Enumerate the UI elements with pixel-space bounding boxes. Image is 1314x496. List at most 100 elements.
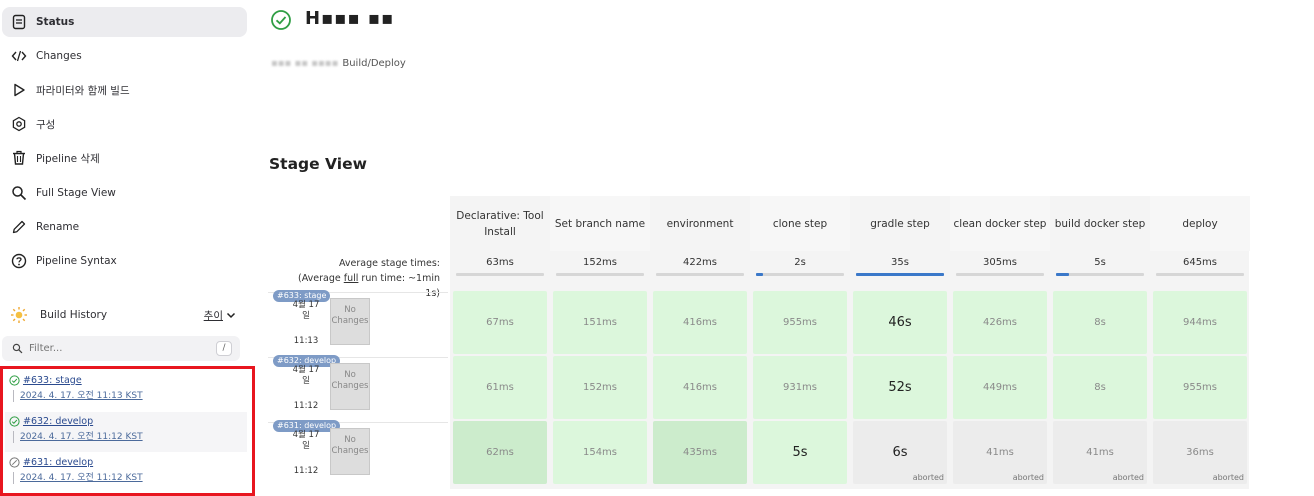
stage-view-table: Declarative: Tool Install 63ms Set branch … [450, 196, 1250, 489]
stage-average-value: 422ms [682, 257, 718, 268]
aborted-label: aborted [1012, 473, 1044, 482]
run-date: 4월 17 일 [286, 365, 326, 387]
sidebar-item-label: Status [36, 16, 75, 28]
stage-average-bar [1156, 273, 1244, 276]
stage-cell-duration: 944ms [1182, 317, 1218, 328]
sidebar-item-build-with-parameters[interactable]: 파라미터와 함께 빌드 [2, 75, 247, 105]
list-item[interactable]: #633: stage 2024. 4. 17. 오전 11:13 KST [5, 371, 247, 411]
stage-average-bar [456, 273, 544, 276]
build-filter[interactable]: / [2, 336, 240, 361]
aborted-label: aborted [1112, 473, 1144, 482]
stage-cell[interactable]: 416ms [653, 356, 747, 419]
stage-cell[interactable]: 154ms [553, 421, 647, 484]
sidebar-item-delete-pipeline[interactable]: Pipeline 삭제 [2, 143, 247, 173]
sidebar-item-label: Full Stage View [36, 187, 116, 199]
stage-cell[interactable]: 52s [853, 356, 947, 419]
stage-cell[interactable]: 5s [753, 421, 847, 484]
stage-header: Declarative: Tool Install [456, 209, 544, 238]
stage-cell[interactable]: 41ms aborted [1053, 421, 1147, 484]
stage-cell[interactable]: 416ms [653, 291, 747, 354]
sidebar-item-label: Pipeline Syntax [36, 255, 117, 267]
stage-cell[interactable]: 955ms [753, 291, 847, 354]
stage-cell[interactable]: 931ms [753, 356, 847, 419]
run-date: 4월 17 일 [286, 430, 326, 452]
stage-cell[interactable]: 435ms [653, 421, 747, 484]
stage-cell[interactable]: 36ms aborted [1153, 421, 1247, 484]
stage-cell-duration: 62ms [486, 447, 514, 458]
avg-label-line2: (Average full run time: ~1min [268, 271, 440, 286]
stage-cell[interactable]: 6s aborted [853, 421, 947, 484]
stage-average: 152ms [550, 251, 650, 286]
stage-cell[interactable]: 67ms [453, 291, 547, 354]
list-item[interactable]: #632: develop 2024. 4. 17. 오전 11:12 KST [5, 412, 247, 452]
sidebar-item-label: Changes [36, 50, 82, 62]
stage-cell[interactable]: 449ms [953, 356, 1047, 419]
sidebar-item-pipeline-syntax[interactable]: Pipeline Syntax [2, 246, 247, 276]
build-history-list: #633: stage 2024. 4. 17. 오전 11:13 KST #6… [0, 366, 255, 496]
stage-header: gradle step [870, 217, 930, 230]
stage-average-value: 305ms [982, 257, 1018, 268]
run-changes[interactable]: No Changes [330, 428, 370, 475]
avg-label-prefix: (Average [298, 273, 344, 284]
run-row: #632: develop 4월 17 일 11:12 No Changes [268, 355, 448, 420]
stage-average-bar [956, 273, 1044, 276]
sidebar-item-status[interactable]: Status [2, 7, 247, 37]
stage-cell[interactable]: 8s [1053, 356, 1147, 419]
stage-cell[interactable]: 152ms [553, 356, 647, 419]
sidebar-item-rename[interactable]: Rename [2, 212, 247, 242]
run-changes[interactable]: No Changes [330, 298, 370, 345]
play-icon [10, 81, 28, 99]
run-date-month: 4월 17 [292, 300, 320, 310]
sidebar-item-changes[interactable]: Changes [2, 41, 247, 71]
trend-link[interactable]: 추이 [204, 308, 223, 323]
stage-average: 422ms [650, 251, 750, 286]
gear-icon [10, 115, 28, 133]
stage-cell[interactable]: 46s [853, 291, 947, 354]
sidebar-item-configure[interactable]: 구성 [2, 109, 247, 139]
pencil-icon [10, 218, 28, 236]
stage-cell[interactable]: 61ms [453, 356, 547, 419]
stage-average-bar [856, 273, 944, 276]
stage-header: build docker step [1054, 217, 1146, 230]
build-link[interactable]: #633: stage [23, 375, 82, 386]
list-item[interactable]: #631: develop 2024. 4. 17. 오전 11:12 KST [5, 453, 247, 493]
stage-average: 2s [750, 251, 850, 286]
stage-cell[interactable]: 151ms [553, 291, 647, 354]
run-date-day: 일 [302, 441, 310, 451]
stage-average-value: 2s [794, 257, 806, 268]
sidebar-item-full-stage-view[interactable]: Full Stage View [2, 178, 247, 208]
sidebar-item-label: Pipeline 삭제 [36, 152, 100, 165]
stage-cell[interactable]: 944ms [1153, 291, 1247, 354]
success-check-icon [9, 415, 20, 427]
run-changes[interactable]: No Changes [330, 363, 370, 410]
stage-cell[interactable]: 62ms [453, 421, 547, 484]
aborted-icon [9, 456, 20, 468]
build-date[interactable]: 2024. 4. 17. 오전 11:12 KST [13, 472, 247, 484]
stage-cell[interactable]: 8s [1053, 291, 1147, 354]
trash-icon [10, 149, 28, 167]
filter-shortcut-key: / [216, 341, 232, 356]
sidebar-item-label: Rename [36, 221, 80, 233]
stage-average: 35s [850, 251, 950, 286]
build-link[interactable]: #631: develop [23, 457, 93, 468]
run-date-day: 일 [302, 311, 310, 321]
stage-average-bar-fill [856, 273, 944, 276]
stage-cell[interactable]: 41ms aborted [953, 421, 1047, 484]
filter-input[interactable] [29, 343, 199, 354]
aborted-label: aborted [1212, 473, 1244, 482]
run-row: #633: stage 4월 17 일 11:13 No Changes [268, 290, 448, 355]
chevron-down-icon[interactable] [225, 309, 237, 321]
stage-average-bar [756, 273, 844, 276]
build-date[interactable]: 2024. 4. 17. 오전 11:13 KST [13, 390, 247, 402]
full-run-link[interactable]: full [344, 273, 359, 284]
run-time: 11:12 [293, 466, 319, 476]
build-date[interactable]: 2024. 4. 17. 오전 11:12 KST [13, 431, 247, 443]
stage-cell[interactable]: 426ms [953, 291, 1047, 354]
stage-cell[interactable]: 955ms [1153, 356, 1247, 419]
stage-cell-duration: 416ms [682, 317, 718, 328]
sidebar-item-label: 파라미터와 함께 빌드 [36, 84, 130, 97]
stage-cell-duration: 61ms [486, 382, 514, 393]
stage-cell-duration: 416ms [682, 382, 718, 393]
breadcrumb: ▪▪▪ ▪▪ ▪▪▪▪ Build/Deploy [271, 58, 406, 69]
build-link[interactable]: #632: develop [23, 416, 93, 427]
